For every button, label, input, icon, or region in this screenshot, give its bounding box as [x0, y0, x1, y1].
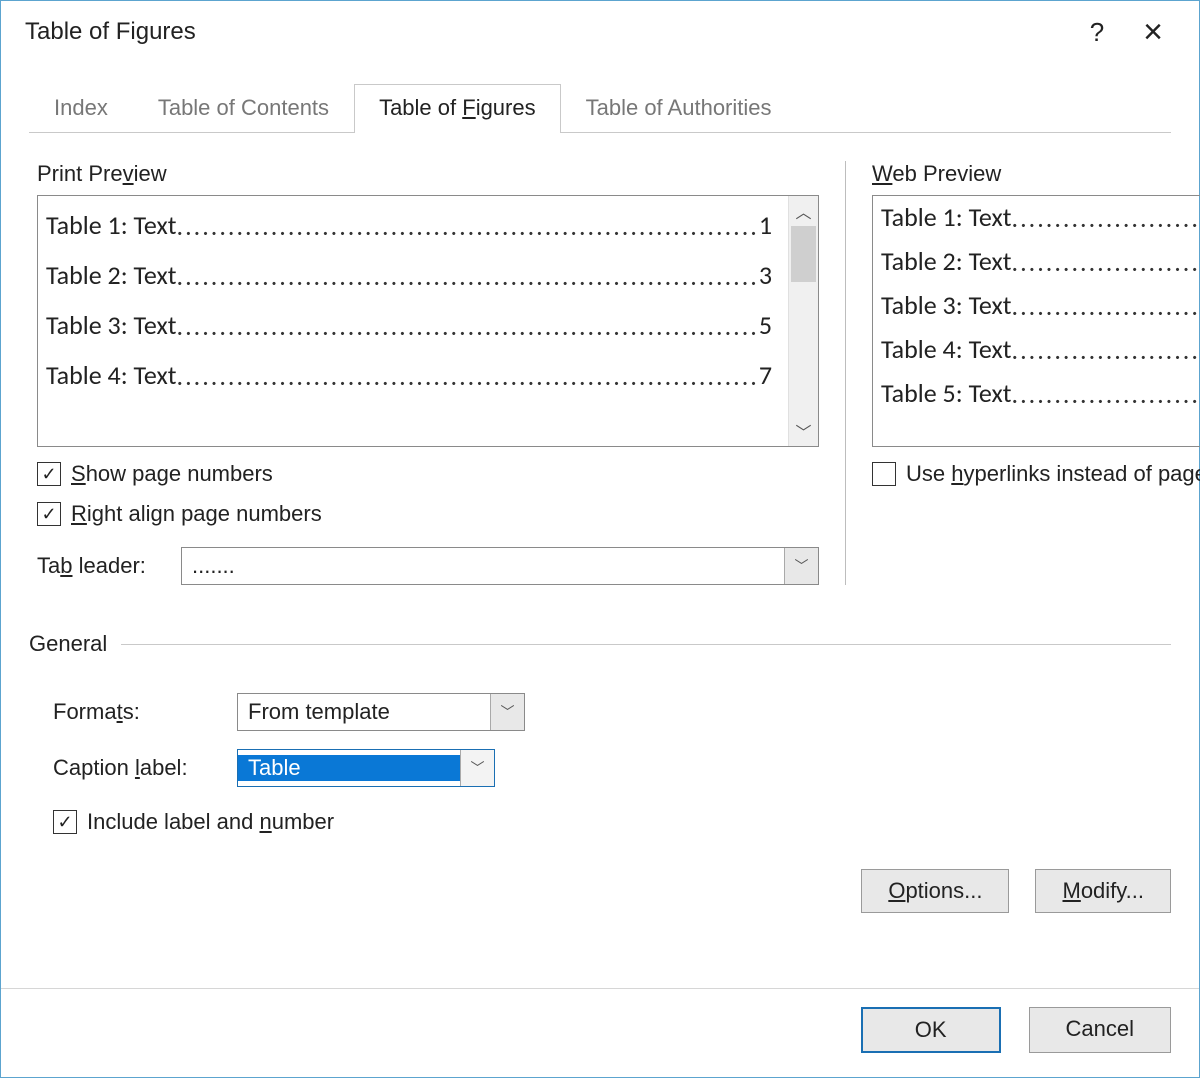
show-page-numbers-checkbox[interactable]: Show page numbers	[37, 461, 819, 487]
preview-item: Table 3: Text ..........................…	[881, 292, 1200, 336]
tab-table-of-figures[interactable]: Table of Figures	[354, 84, 561, 133]
tab-leader-select[interactable]: ....... ﹀	[181, 547, 819, 585]
checkbox-icon	[53, 810, 77, 834]
formats-select[interactable]: From template ﹀	[237, 693, 525, 731]
caption-label-select[interactable]: Table ﹀	[237, 749, 495, 787]
close-button[interactable]: ×	[1125, 4, 1181, 60]
checkbox-icon	[37, 462, 61, 486]
dialog-title: Table of Figures	[25, 18, 1069, 46]
dialog-table-of-figures: Table of Figures ? × Index Table of Cont…	[0, 0, 1200, 1078]
preview-item: Table 4: Text ..........................…	[46, 350, 788, 400]
tab-table-of-authorities[interactable]: Table of Authorities	[561, 84, 797, 133]
help-button[interactable]: ?	[1069, 4, 1125, 60]
chevron-down-icon: ﹀	[460, 750, 494, 786]
options-button[interactable]: Options...	[861, 869, 1009, 913]
separator	[121, 644, 1171, 645]
chevron-down-icon: ﹀	[784, 548, 818, 584]
modify-button[interactable]: Modify...	[1035, 869, 1171, 913]
formats-label: Formats:	[53, 699, 223, 725]
web-preview-list: Table 1: Text ..........................…	[873, 196, 1200, 446]
preview-item: Table 4: Text ..........................…	[881, 336, 1200, 380]
close-icon: ×	[1143, 13, 1163, 52]
preview-item: Table 2: Text ..........................…	[46, 250, 788, 300]
scroll-up-icon[interactable]: ︿	[789, 196, 818, 226]
preview-item: Table 1: Text ..........................…	[881, 200, 1200, 248]
preview-item: Table 5: Text ..........................…	[881, 380, 1200, 406]
print-preview-box: Table 1: Text ..........................…	[37, 195, 819, 447]
cancel-button[interactable]: Cancel	[1029, 1007, 1171, 1053]
caption-label-label: Caption label:	[53, 755, 223, 781]
scroll-thumb[interactable]	[791, 226, 816, 282]
chevron-down-icon: ﹀	[490, 694, 524, 730]
general-label: General	[29, 631, 107, 657]
right-align-page-numbers-checkbox[interactable]: Right align page numbers	[37, 501, 819, 527]
checkbox-icon	[37, 502, 61, 526]
include-label-number-checkbox[interactable]: Include label and number	[53, 809, 1171, 835]
tab-table-of-contents[interactable]: Table of Contents	[133, 84, 354, 133]
print-preview-label: Print Preview	[37, 161, 819, 187]
preview-item: Table 2: Text ..........................…	[881, 248, 1200, 292]
scroll-down-icon[interactable]: ﹀	[789, 416, 818, 446]
ok-button[interactable]: OK	[861, 1007, 1001, 1053]
tab-index[interactable]: Index	[29, 84, 133, 133]
use-hyperlinks-checkbox[interactable]: Use hyperlinks instead of page numbers	[872, 461, 1200, 487]
checkbox-icon	[872, 462, 896, 486]
tabstrip: Index Table of Contents Table of Figures…	[29, 83, 1171, 133]
preview-item: Table 3: Text ..........................…	[46, 300, 788, 350]
tab-leader-label: Tab leader:	[37, 553, 167, 579]
print-preview-list: Table 1: Text ..........................…	[38, 196, 788, 446]
print-preview-scrollbar[interactable]: ︿ ﹀	[788, 196, 818, 446]
web-preview-label: Web Preview	[872, 161, 1200, 187]
titlebar: Table of Figures ? ×	[1, 1, 1199, 63]
help-icon: ?	[1090, 17, 1104, 48]
web-preview-box: Table 1: Text ..........................…	[872, 195, 1200, 447]
preview-item: Table 1: Text ..........................…	[46, 200, 788, 250]
